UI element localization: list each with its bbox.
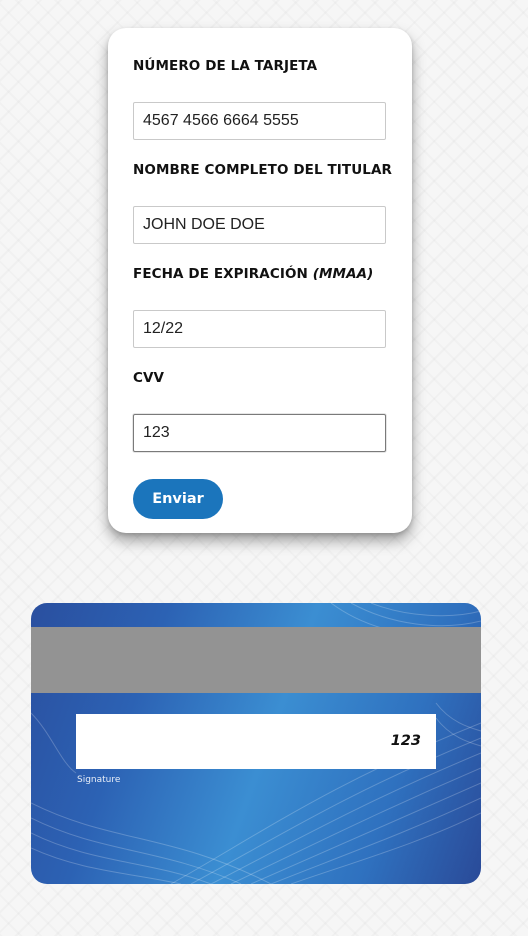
card-number-input[interactable] <box>133 102 386 140</box>
magnetic-stripe <box>31 627 481 693</box>
card-number-label: NÚMERO DE LA TARJETA <box>133 58 318 74</box>
expiry-label-text: FECHA DE EXPIRACIÓN <box>133 266 308 282</box>
credit-card-back: 123 Signature <box>31 603 481 884</box>
holder-name-label: NOMBRE COMPLETO DEL TITULAR <box>133 162 393 178</box>
expiry-label: FECHA DE EXPIRACIÓN (MMAA) <box>133 266 373 282</box>
signature-label: Signature <box>77 775 121 785</box>
card-cvv-display: 123 <box>390 733 421 749</box>
cvv-label: CVV <box>133 370 165 386</box>
expiry-format-hint: (MMAA) <box>312 266 374 282</box>
payment-form-card: NÚMERO DE LA TARJETA NOMBRE COMPLETO DEL… <box>108 28 412 533</box>
signature-strip: 123 <box>76 714 436 769</box>
submit-button[interactable]: Enviar <box>133 479 223 519</box>
expiry-input[interactable] <box>133 310 386 348</box>
cvv-input[interactable] <box>133 414 386 452</box>
holder-name-input[interactable] <box>133 206 386 244</box>
